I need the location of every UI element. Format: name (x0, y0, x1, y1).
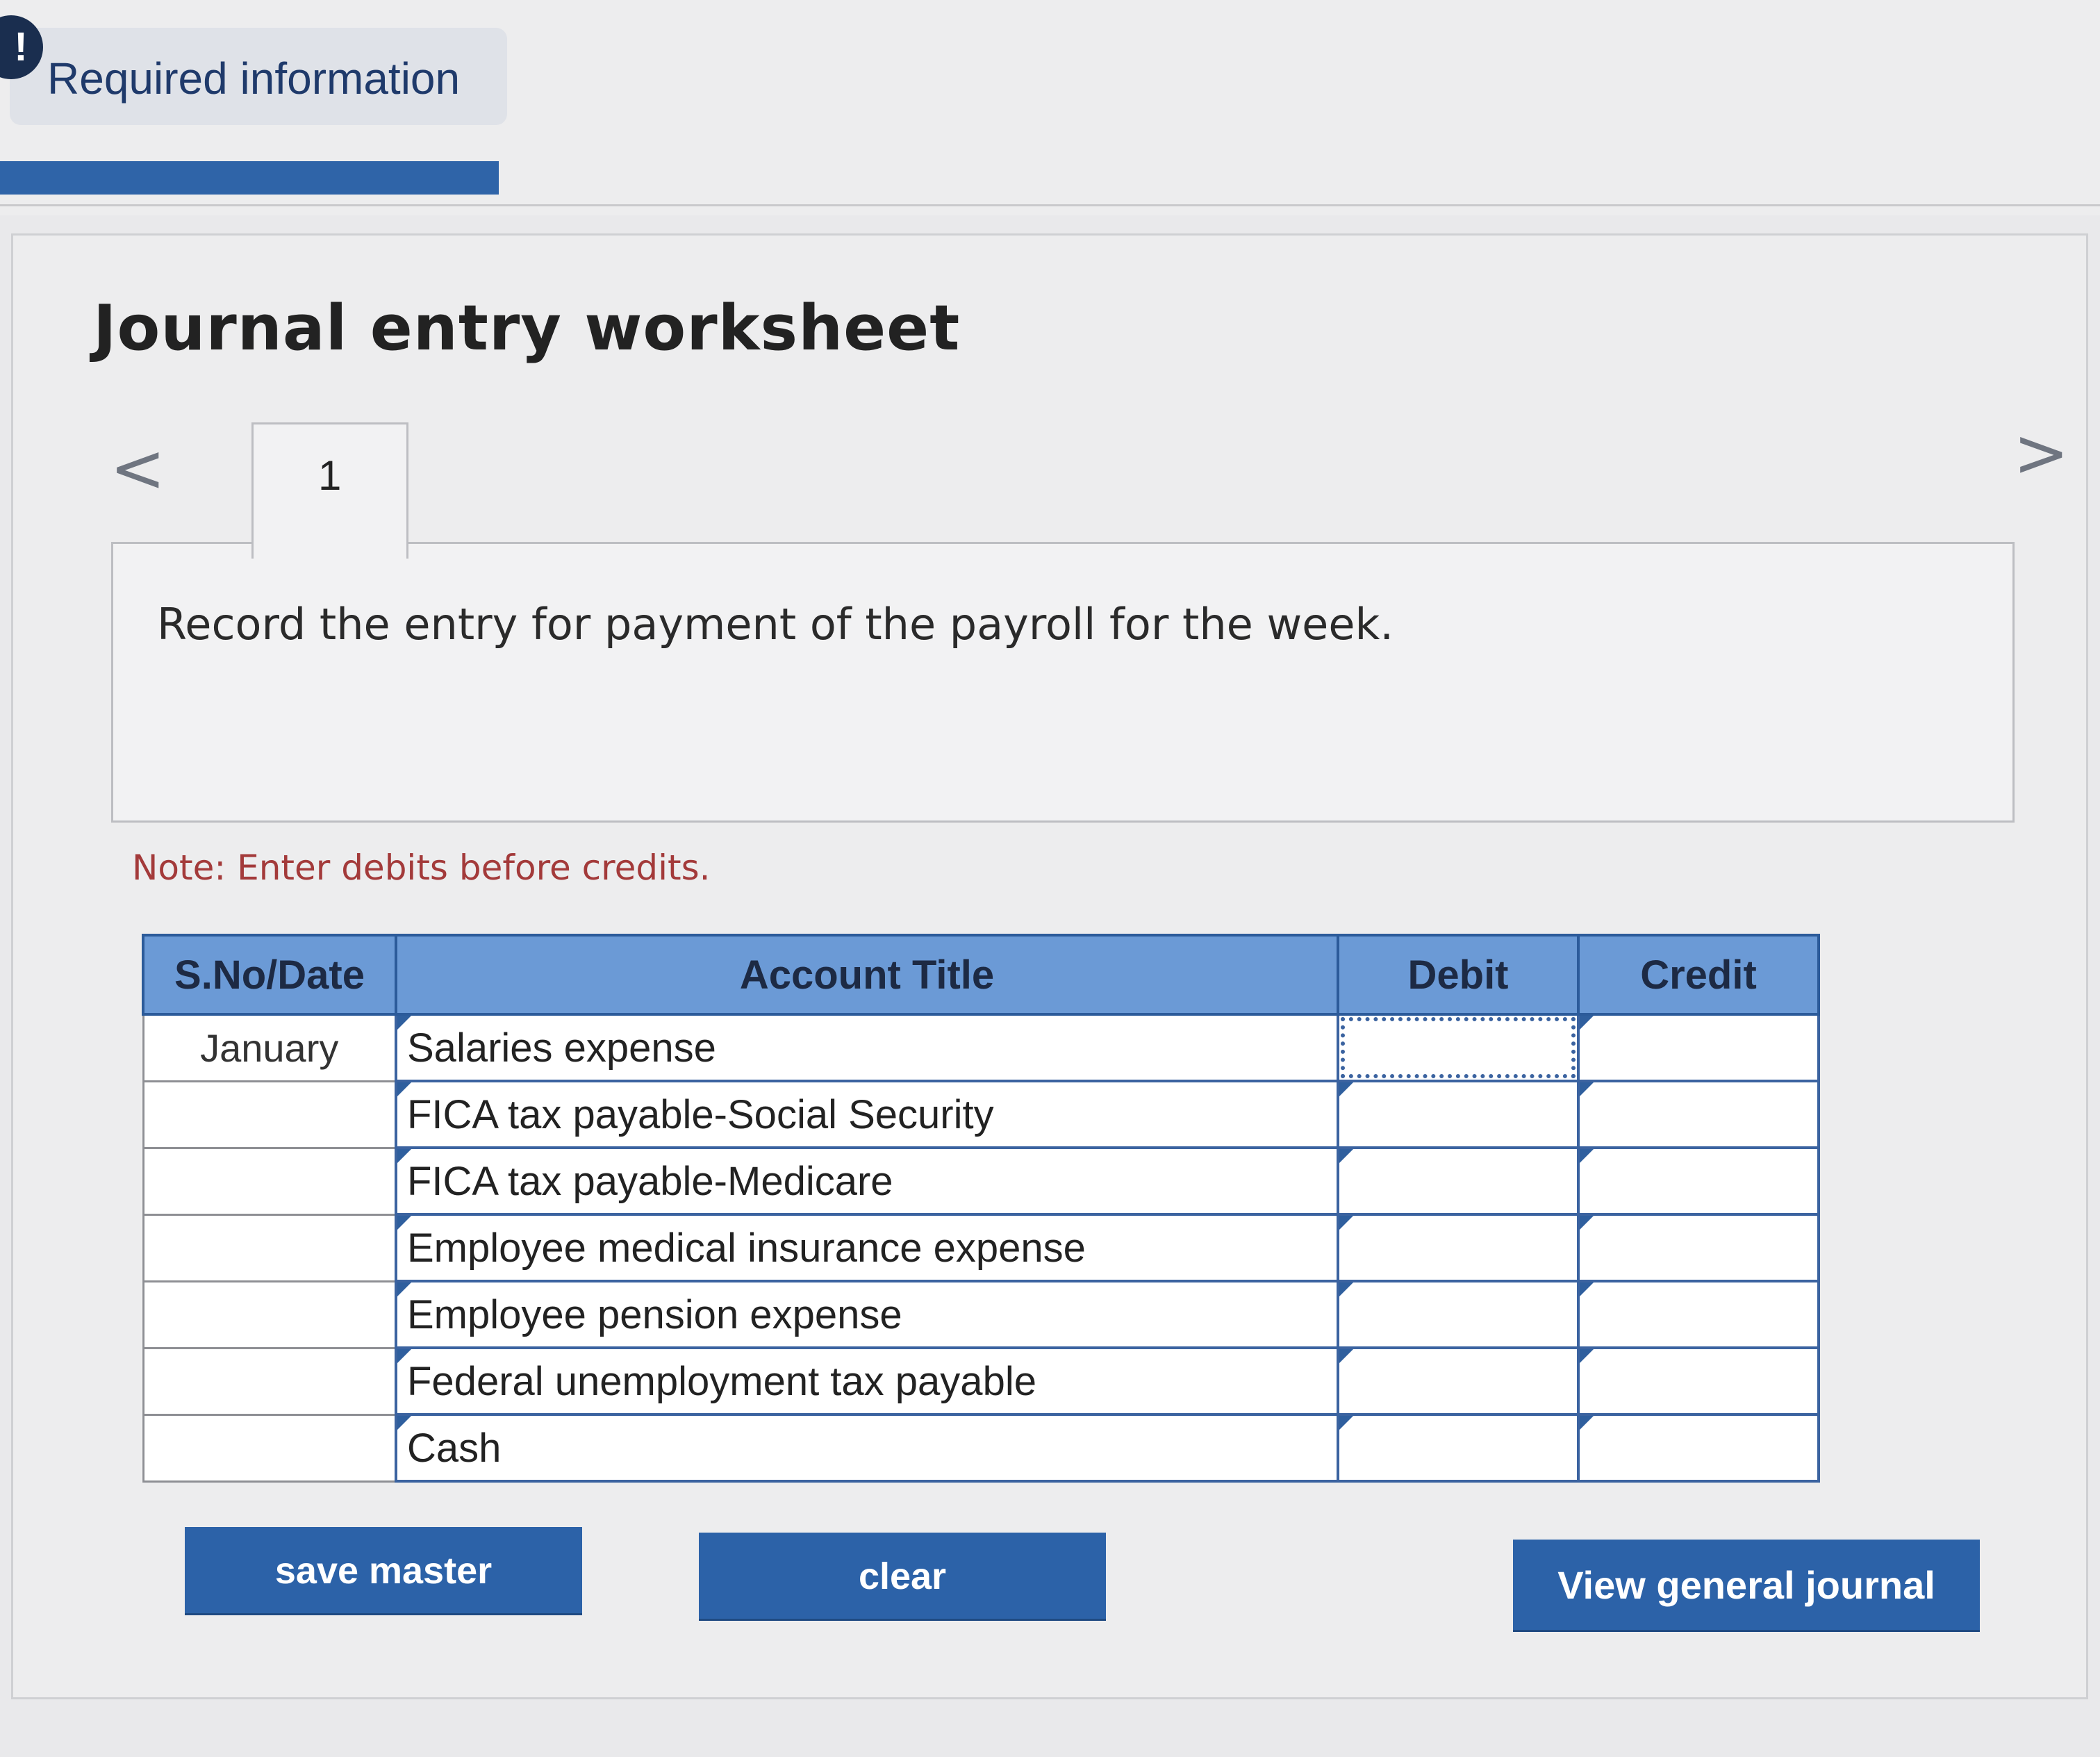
table-row: Cash (142, 1413, 1820, 1483)
journal-entry-table: S.No/Date Account Title Debit Credit Jan… (142, 934, 1820, 1483)
cell-flag-icon (399, 1284, 411, 1296)
clear-button[interactable]: clear (699, 1533, 1106, 1619)
debit-input[interactable] (1337, 1213, 1580, 1282)
table-row: Employee pension expense (142, 1280, 1820, 1349)
cell-flag-icon (1339, 1216, 1353, 1230)
cell-flag-icon (1339, 1149, 1353, 1163)
previous-arrow-icon[interactable]: < (110, 435, 165, 502)
table-row: FICA tax payable-Social Security (142, 1080, 1820, 1149)
debit-input[interactable] (1337, 1413, 1580, 1483)
credit-input[interactable] (1577, 1146, 1820, 1216)
table-row: January Salaries expense (142, 1013, 1820, 1082)
account-cell[interactable]: Salaries expense (395, 1013, 1339, 1082)
cell-flag-icon (1580, 1016, 1594, 1030)
account-cell[interactable]: Cash (395, 1413, 1339, 1483)
date-cell[interactable]: January (142, 1013, 397, 1082)
account-title-text: FICA tax payable-Medicare (407, 1158, 893, 1204)
account-cell[interactable]: FICA tax payable-Medicare (395, 1146, 1339, 1216)
account-title-text: Cash (407, 1425, 502, 1471)
cell-flag-icon (399, 1150, 411, 1163)
account-cell[interactable]: Employee pension expense (395, 1280, 1339, 1349)
table-header-row: S.No/Date Account Title Debit Credit (142, 934, 1820, 1016)
cell-flag-icon (1580, 1349, 1594, 1363)
cell-flag-icon (399, 1351, 411, 1363)
next-arrow-icon[interactable]: > (2013, 420, 2069, 486)
required-information-label[interactable]: Required information (47, 53, 460, 104)
cell-flag-icon (1339, 1082, 1353, 1096)
note-text: Note: Enter debits before credits. (132, 848, 711, 888)
header-date: S.No/Date (142, 934, 397, 1016)
table-row: FICA tax payable-Medicare (142, 1146, 1820, 1216)
question-text: Record the entry for payment of the payr… (157, 599, 1394, 650)
cell-flag-icon (1339, 1349, 1353, 1363)
worksheet-title: Journal entry worksheet (93, 292, 961, 365)
debit-input[interactable] (1337, 1280, 1580, 1349)
top-area: ! Required information (0, 0, 2100, 215)
cell-flag-icon (1580, 1416, 1594, 1430)
cell-flag-icon (1580, 1149, 1594, 1163)
credit-input[interactable] (1577, 1280, 1820, 1349)
account-title-text: Federal unemployment tax payable (407, 1358, 1036, 1404)
cell-flag-icon (1339, 1282, 1353, 1296)
account-cell[interactable]: FICA tax payable-Social Security (395, 1080, 1339, 1149)
cell-flag-icon (1339, 1416, 1353, 1430)
credit-input[interactable] (1577, 1413, 1820, 1483)
cell-flag-icon (1580, 1282, 1594, 1296)
account-title-text: Employee pension expense (407, 1292, 902, 1337)
header-credit: Credit (1577, 934, 1820, 1016)
table-row: Employee medical insurance expense (142, 1213, 1820, 1282)
debit-input[interactable] (1337, 1013, 1580, 1082)
date-cell[interactable] (142, 1213, 397, 1282)
account-title-text: FICA tax payable-Social Security (407, 1091, 994, 1137)
header-debit: Debit (1337, 934, 1580, 1016)
cell-flag-icon (1580, 1082, 1594, 1096)
account-title-text: Salaries expense (407, 1025, 716, 1071)
date-cell[interactable] (142, 1346, 397, 1416)
debit-input[interactable] (1337, 1080, 1580, 1149)
progress-bar (0, 161, 499, 195)
account-title-text: Employee medical insurance expense (407, 1225, 1086, 1271)
cell-flag-icon (399, 1017, 411, 1030)
table-row: Federal unemployment tax payable (142, 1346, 1820, 1416)
header-account-title: Account Title (395, 934, 1339, 1016)
credit-input[interactable] (1577, 1213, 1820, 1282)
tab-1-label[interactable]: 1 (318, 452, 341, 500)
credit-input[interactable] (1577, 1080, 1820, 1149)
account-cell[interactable]: Federal unemployment tax payable (395, 1346, 1339, 1416)
cell-flag-icon (399, 1084, 411, 1096)
date-cell[interactable] (142, 1413, 397, 1483)
debit-input[interactable] (1337, 1146, 1580, 1216)
date-cell[interactable] (142, 1280, 397, 1349)
question-box (111, 542, 2015, 823)
top-divider (0, 204, 2100, 206)
save-master-button[interactable]: save master (185, 1527, 582, 1613)
date-cell[interactable] (142, 1080, 397, 1149)
debit-input[interactable] (1337, 1346, 1580, 1416)
cell-flag-icon (1580, 1216, 1594, 1230)
date-cell[interactable] (142, 1146, 397, 1216)
credit-input[interactable] (1577, 1346, 1820, 1416)
cell-flag-icon (399, 1417, 411, 1430)
view-general-journal-button[interactable]: View general journal (1513, 1540, 1980, 1630)
cell-flag-icon (399, 1217, 411, 1230)
credit-input[interactable] (1577, 1013, 1820, 1082)
account-cell[interactable]: Employee medical insurance expense (395, 1213, 1339, 1282)
